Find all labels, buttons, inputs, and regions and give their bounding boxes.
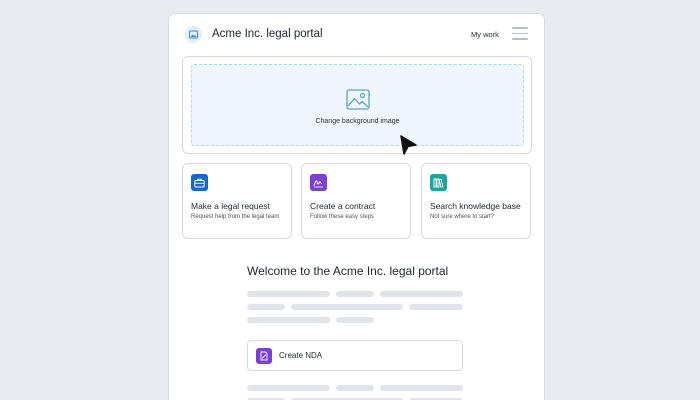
portal-logo-icon [185, 26, 202, 43]
skeleton-line [380, 385, 463, 391]
skeleton-line [247, 317, 330, 323]
portal-title: Acme Inc. legal portal [212, 28, 323, 40]
skeleton-line [409, 304, 463, 310]
mouse-pointer-icon [400, 135, 417, 155]
my-work-link[interactable]: My work [471, 30, 499, 39]
skeleton-line [291, 304, 403, 310]
document-edit-icon [256, 348, 272, 364]
change-background-button[interactable]: Change background image [191, 64, 524, 146]
books-icon [430, 174, 447, 191]
skeleton-line [247, 385, 330, 391]
create-nda-label: Create NDA [279, 351, 323, 360]
hamburger-menu-icon[interactable] [512, 27, 528, 41]
skeleton-line [247, 304, 285, 310]
make-legal-request-card[interactable]: Make a legal request Request help from t… [182, 163, 292, 239]
search-knowledge-base-card[interactable]: Search knowledge base Not sure where to … [421, 163, 531, 239]
action-title: Create a contract [310, 201, 376, 211]
action-subtitle: Follow these easy steps [310, 214, 375, 220]
create-nda-button[interactable]: Create NDA [247, 340, 463, 371]
skeleton-line [336, 317, 374, 323]
welcome-heading: Welcome to the Acme Inc. legal portal [247, 264, 449, 278]
skeleton-line [336, 291, 374, 297]
action-title: Make a legal request [191, 201, 270, 211]
skeleton-line [380, 291, 463, 297]
skeleton-line [247, 291, 330, 297]
background-image-panel: Change background image [182, 56, 532, 154]
skeleton-line [336, 385, 374, 391]
change-background-label: Change background image [315, 118, 400, 125]
action-subtitle: Not sure where to start? [430, 214, 495, 220]
action-title: Search knowledge base [430, 201, 521, 211]
image-icon [346, 89, 370, 110]
create-contract-card[interactable]: Create a contract Follow these easy step… [301, 163, 411, 239]
signature-icon [310, 174, 327, 191]
action-subtitle: Request help from the legal team [191, 214, 280, 220]
briefcase-icon [191, 174, 208, 191]
portal-card: Acme Inc. legal portal My work Change ba… [168, 13, 545, 400]
